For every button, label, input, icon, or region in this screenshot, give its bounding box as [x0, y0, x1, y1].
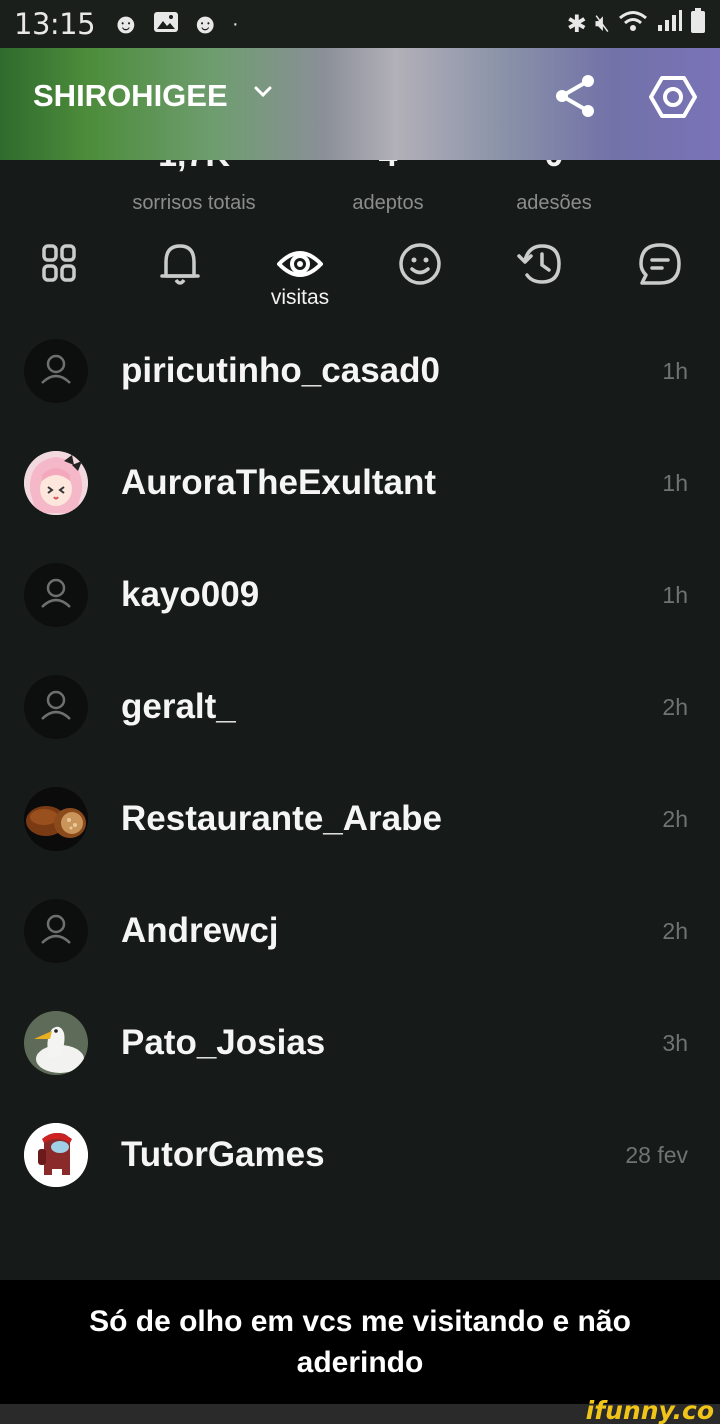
avatar[interactable] [24, 1123, 88, 1187]
user-icon [41, 354, 71, 384]
stat-total-smiles: 1,7K sorrisos totais [132, 160, 256, 214]
visit-time: 2h [662, 806, 688, 832]
main-content: 1,7K sorrisos totais 4 adeptos 0 adesões [0, 160, 720, 1280]
signal-icon [656, 9, 682, 40]
visitor-username[interactable]: TutorGames [121, 1135, 325, 1175]
visitor-username[interactable]: AuroraTheExultant [121, 463, 436, 503]
list-item[interactable]: geralt_ 2h [0, 661, 720, 773]
profile-header: SHIROHIGEE [0, 48, 720, 160]
list-item[interactable]: kayo009 1h [0, 549, 720, 661]
avatar[interactable] [24, 451, 88, 515]
visitor-username[interactable]: kayo009 [121, 575, 259, 615]
duck-avatar-image [24, 1011, 88, 1075]
tab-history[interactable] [510, 240, 570, 300]
user-icon [41, 690, 71, 720]
visit-time: 1h [662, 582, 688, 608]
chevron-down-icon[interactable] [254, 86, 272, 98]
tab-comments[interactable] [630, 240, 690, 300]
visitor-username[interactable]: Restaurante_Arabe [121, 799, 442, 839]
status-time: 13:15 [14, 7, 96, 41]
settings-icon[interactable] [648, 72, 698, 122]
visit-time: 1h [662, 470, 688, 496]
avatar[interactable] [24, 1011, 88, 1075]
avatar[interactable] [24, 675, 88, 739]
tab-visits-label: visitas [270, 286, 330, 309]
image-icon [153, 10, 179, 39]
history-icon [517, 244, 561, 284]
profile-username[interactable]: SHIROHIGEE [33, 78, 228, 114]
visit-time: 2h [662, 694, 688, 720]
meme-caption: Só de olho em vcs me visitando e não ade… [0, 1280, 720, 1404]
avatar[interactable] [24, 899, 88, 963]
smiley-icon: ☻ [111, 8, 141, 39]
bluetooth-icon: ✱ [566, 10, 587, 38]
food-avatar-image [24, 787, 88, 851]
stat-followers[interactable]: 4 adeptos [330, 160, 446, 215]
wifi-icon [618, 9, 648, 40]
watermark: ifunny.co [585, 1396, 714, 1424]
visit-time: 1h [662, 358, 688, 384]
visitor-username[interactable]: piricutinho_casad0 [121, 351, 440, 391]
battery-icon [690, 7, 706, 41]
stat-subscriptions[interactable]: 0 adesões [496, 160, 612, 215]
amongus-avatar-image [24, 1123, 88, 1187]
visit-time: 28 fev [625, 1142, 688, 1168]
list-item[interactable]: Pato_Josias 3h [0, 997, 720, 1109]
anime-avatar-image [24, 451, 88, 515]
list-item[interactable]: TutorGames 28 fev [0, 1109, 720, 1221]
profile-stats: 1,7K sorrisos totais 4 adeptos 0 adesões [0, 160, 720, 218]
share-icon[interactable] [552, 72, 600, 120]
profile-tabs: visitas [0, 240, 720, 320]
smiley-icon: ☻ [190, 8, 221, 39]
avatar[interactable] [24, 339, 88, 403]
mute-icon: 🔇︎ [594, 10, 610, 37]
tab-grid[interactable] [30, 240, 90, 300]
status-bar: 13:15 ☻ ☻ · ✱ 🔇︎ [0, 0, 720, 48]
eye-icon [277, 251, 323, 277]
user-icon [41, 578, 71, 608]
visit-time: 2h [662, 918, 688, 944]
chat-icon [639, 243, 681, 285]
list-item[interactable]: piricutinho_casad0 1h [0, 325, 720, 437]
avatar[interactable] [24, 563, 88, 627]
list-item[interactable]: Restaurante_Arabe 2h [0, 773, 720, 885]
avatar[interactable] [24, 787, 88, 851]
bell-icon [160, 244, 200, 285]
tab-smiles[interactable] [390, 240, 450, 300]
user-icon [41, 914, 71, 944]
visitor-username[interactable]: Pato_Josias [121, 1023, 325, 1063]
visitor-username[interactable]: geralt_ [121, 687, 236, 727]
tab-notifications[interactable] [150, 240, 210, 300]
list-item[interactable]: Andrewcj 2h [0, 885, 720, 997]
visitor-username[interactable]: Andrewcj [121, 911, 279, 951]
smiley-icon [399, 243, 441, 285]
list-item[interactable]: AuroraTheExultant 1h [0, 437, 720, 549]
grid-icon [42, 244, 76, 282]
dot-icon: · [232, 13, 239, 35]
caption-text: Só de olho em vcs me visitando e não ade… [89, 1305, 631, 1379]
visit-time: 3h [662, 1030, 688, 1056]
